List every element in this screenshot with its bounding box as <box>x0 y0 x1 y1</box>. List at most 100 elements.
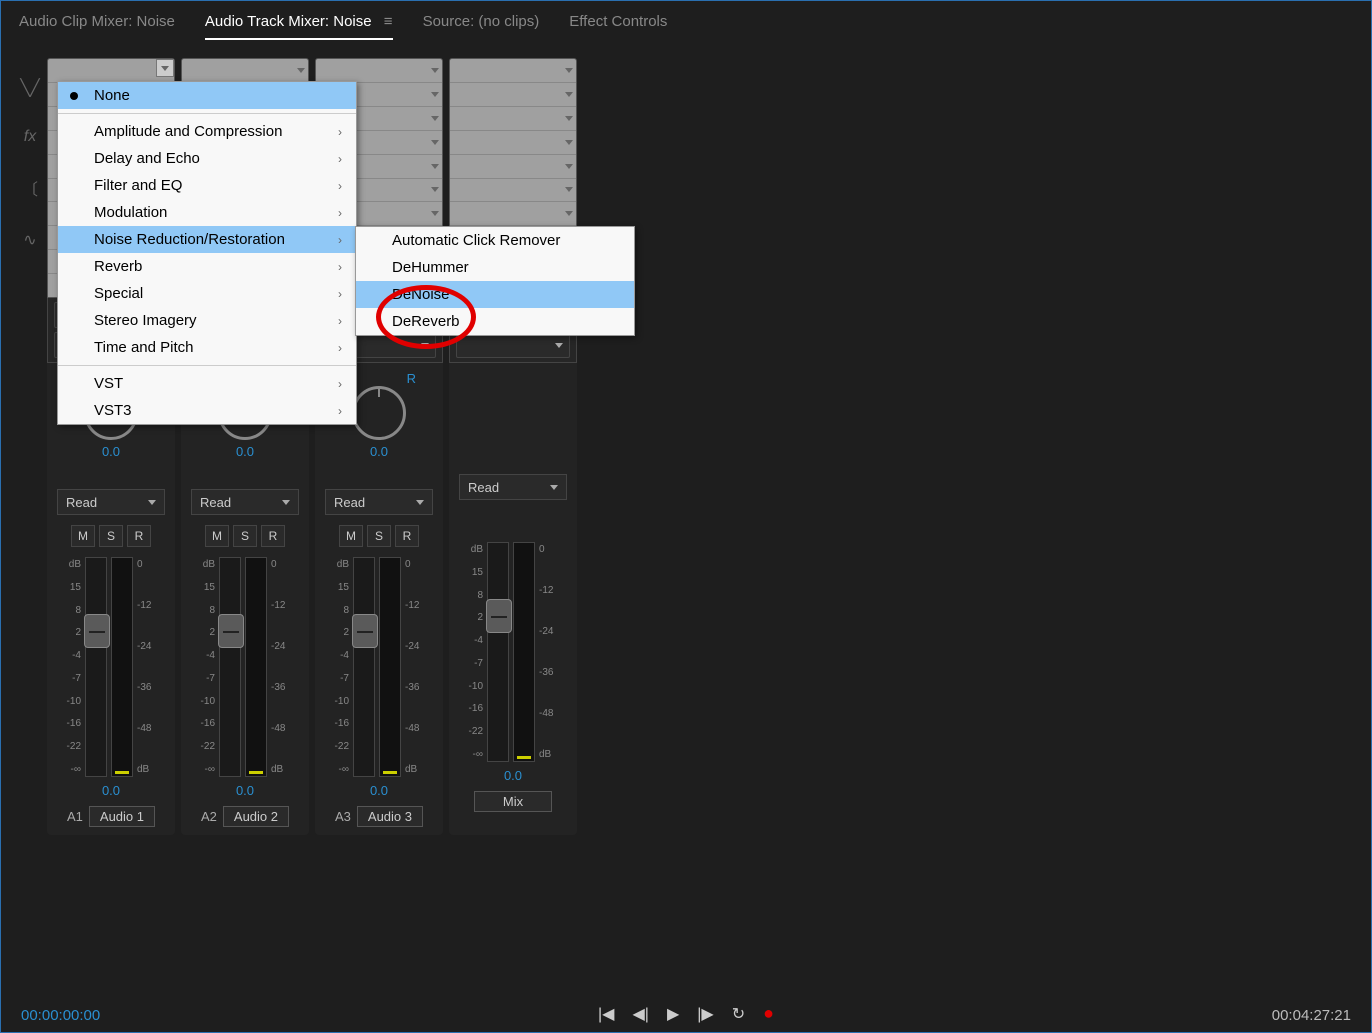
track-name-input[interactable]: Mix <box>474 791 552 812</box>
fx-slot[interactable] <box>450 131 576 155</box>
chevron-right-icon: › <box>338 341 342 355</box>
chevron-right-icon: › <box>338 404 342 418</box>
step-back-button[interactable]: ◀| <box>632 1004 648 1024</box>
play-button[interactable]: ▶ <box>667 1004 679 1024</box>
menu-item-stereo[interactable]: Stereo Imagery› <box>58 307 356 334</box>
volume-fader-a1[interactable] <box>85 557 107 777</box>
automation-mode-a2[interactable]: Read <box>191 489 299 515</box>
fx-slot[interactable] <box>450 155 576 179</box>
record-arm-button[interactable]: R <box>127 525 151 547</box>
menu-item-delay[interactable]: Delay and Echo› <box>58 145 356 172</box>
panel-menu-icon[interactable]: ≡ <box>384 13 393 30</box>
chevron-down-icon <box>565 68 573 73</box>
pan-value: 0.0 <box>102 444 120 459</box>
loop-button[interactable]: ↻ <box>732 1004 745 1024</box>
fx-slot[interactable] <box>182 59 308 83</box>
level-meter-a2 <box>245 557 267 777</box>
volume-value-a3: 0.0 <box>370 783 388 798</box>
bracket-icon[interactable]: 〔 <box>22 176 38 200</box>
automation-mode-mix[interactable]: Read <box>459 474 567 500</box>
menu-item-modulation[interactable]: Modulation› <box>58 199 356 226</box>
chevron-down-icon <box>421 343 429 348</box>
fx-slot[interactable] <box>450 83 576 107</box>
submenu-item-dereverb[interactable]: DeReverb <box>356 308 634 335</box>
mute-button[interactable]: M <box>339 525 363 547</box>
fader-handle-icon[interactable] <box>218 614 244 648</box>
chevron-down-icon <box>431 211 439 216</box>
tab-audio-clip-mixer[interactable]: Audio Clip Mixer: Noise <box>19 9 175 40</box>
record-button[interactable]: ● <box>763 1003 774 1024</box>
menu-item-filter[interactable]: Filter and EQ› <box>58 172 356 199</box>
track-name-input[interactable]: Audio 2 <box>223 806 289 827</box>
solo-button[interactable]: S <box>367 525 391 547</box>
track-name-input[interactable]: Audio 3 <box>357 806 423 827</box>
pan-value: 0.0 <box>236 444 254 459</box>
fader-handle-icon[interactable] <box>84 614 110 648</box>
chevron-right-icon: › <box>338 287 342 301</box>
fader-handle-icon[interactable] <box>486 599 512 633</box>
timecode-current[interactable]: 00:00:00:00 <box>21 1007 100 1024</box>
submenu-item-dehummer[interactable]: DeHummer <box>356 254 634 281</box>
volume-value-a1: 0.0 <box>102 783 120 798</box>
step-forward-button[interactable]: |▶ <box>697 1004 713 1024</box>
chevron-down-icon <box>565 140 573 145</box>
meter-area-a1: dB1582-4-7-10-16-22-∞ 0-12-24-36-48dB <box>57 557 165 777</box>
go-to-start-button[interactable]: |◀ <box>598 1004 614 1024</box>
mute-button[interactable]: M <box>71 525 95 547</box>
msr-buttons-a1: M S R <box>71 525 151 547</box>
submenu-item-denoise[interactable]: DeNoise <box>356 281 634 308</box>
chevron-right-icon: › <box>338 377 342 391</box>
automation-mode-label: Read <box>66 495 97 510</box>
meter-scale: 0-12-24-36-48dB <box>137 557 165 777</box>
menu-item-noise-reduction[interactable]: Noise Reduction/Restoration› <box>58 226 356 253</box>
tab-source[interactable]: Source: (no clips) <box>423 9 540 40</box>
automation-mode-a1[interactable]: Read <box>57 489 165 515</box>
fx-slot[interactable] <box>450 59 576 83</box>
solo-button[interactable]: S <box>99 525 123 547</box>
routing-icon[interactable]: ╲╱ <box>20 78 39 98</box>
left-tool-icons: ╲╱ fx 〔 ∿ <box>19 58 41 835</box>
fx-icon[interactable]: fx <box>24 128 36 146</box>
volume-fader-mix[interactable] <box>487 542 509 762</box>
menu-item-vst3[interactable]: VST3› <box>58 397 356 424</box>
knob-icon[interactable] <box>352 386 406 440</box>
fx-slot[interactable] <box>450 202 576 226</box>
fader-handle-icon[interactable] <box>352 614 378 648</box>
fx-slot[interactable] <box>316 59 442 83</box>
menu-item-amplitude[interactable]: Amplitude and Compression› <box>58 118 356 145</box>
chevron-down-icon <box>161 66 169 71</box>
meter-scale: 0-12-24-36-48dB <box>405 557 433 777</box>
menu-item-vst[interactable]: VST› <box>58 370 356 397</box>
fx-slot[interactable] <box>450 107 576 131</box>
mute-button[interactable]: M <box>205 525 229 547</box>
level-meter-a3 <box>379 557 401 777</box>
volume-fader-a3[interactable] <box>353 557 375 777</box>
submenu-item-auto-click[interactable]: Automatic Click Remover <box>356 227 634 254</box>
volume-fader-a2[interactable] <box>219 557 241 777</box>
tab-effect-controls[interactable]: Effect Controls <box>569 9 667 40</box>
chevron-right-icon: › <box>338 152 342 166</box>
menu-item-time-pitch[interactable]: Time and Pitch› <box>58 334 356 361</box>
wave-icon[interactable]: ∿ <box>23 230 36 250</box>
effects-context-menu[interactable]: None Amplitude and Compression› Delay an… <box>57 81 357 425</box>
menu-item-special[interactable]: Special› <box>58 280 356 307</box>
panel-tabs: Audio Clip Mixer: Noise Audio Track Mixe… <box>1 1 1371 48</box>
menu-item-none[interactable]: None <box>58 82 356 109</box>
level-meter-mix <box>513 542 535 762</box>
track-name-input[interactable]: Audio 1 <box>89 806 155 827</box>
fx-dropdown-trigger-a1[interactable] <box>156 59 174 77</box>
fx-slot[interactable] <box>450 179 576 203</box>
menu-item-reverb[interactable]: Reverb› <box>58 253 356 280</box>
noise-reduction-submenu[interactable]: Automatic Click Remover DeHummer DeNoise… <box>355 226 635 336</box>
record-arm-button[interactable]: R <box>395 525 419 547</box>
chevron-down-icon <box>555 343 563 348</box>
bullet-icon <box>70 92 78 100</box>
level-meter-a1 <box>111 557 133 777</box>
chevron-down-icon <box>431 164 439 169</box>
fader-scale: dB1582-4-7-10-16-22-∞ <box>191 557 215 777</box>
solo-button[interactable]: S <box>233 525 257 547</box>
record-arm-button[interactable]: R <box>261 525 285 547</box>
automation-mode-a3[interactable]: Read <box>325 489 433 515</box>
tab-audio-track-mixer[interactable]: Audio Track Mixer: Noise ≡ <box>205 9 393 40</box>
chevron-down-icon <box>565 116 573 121</box>
